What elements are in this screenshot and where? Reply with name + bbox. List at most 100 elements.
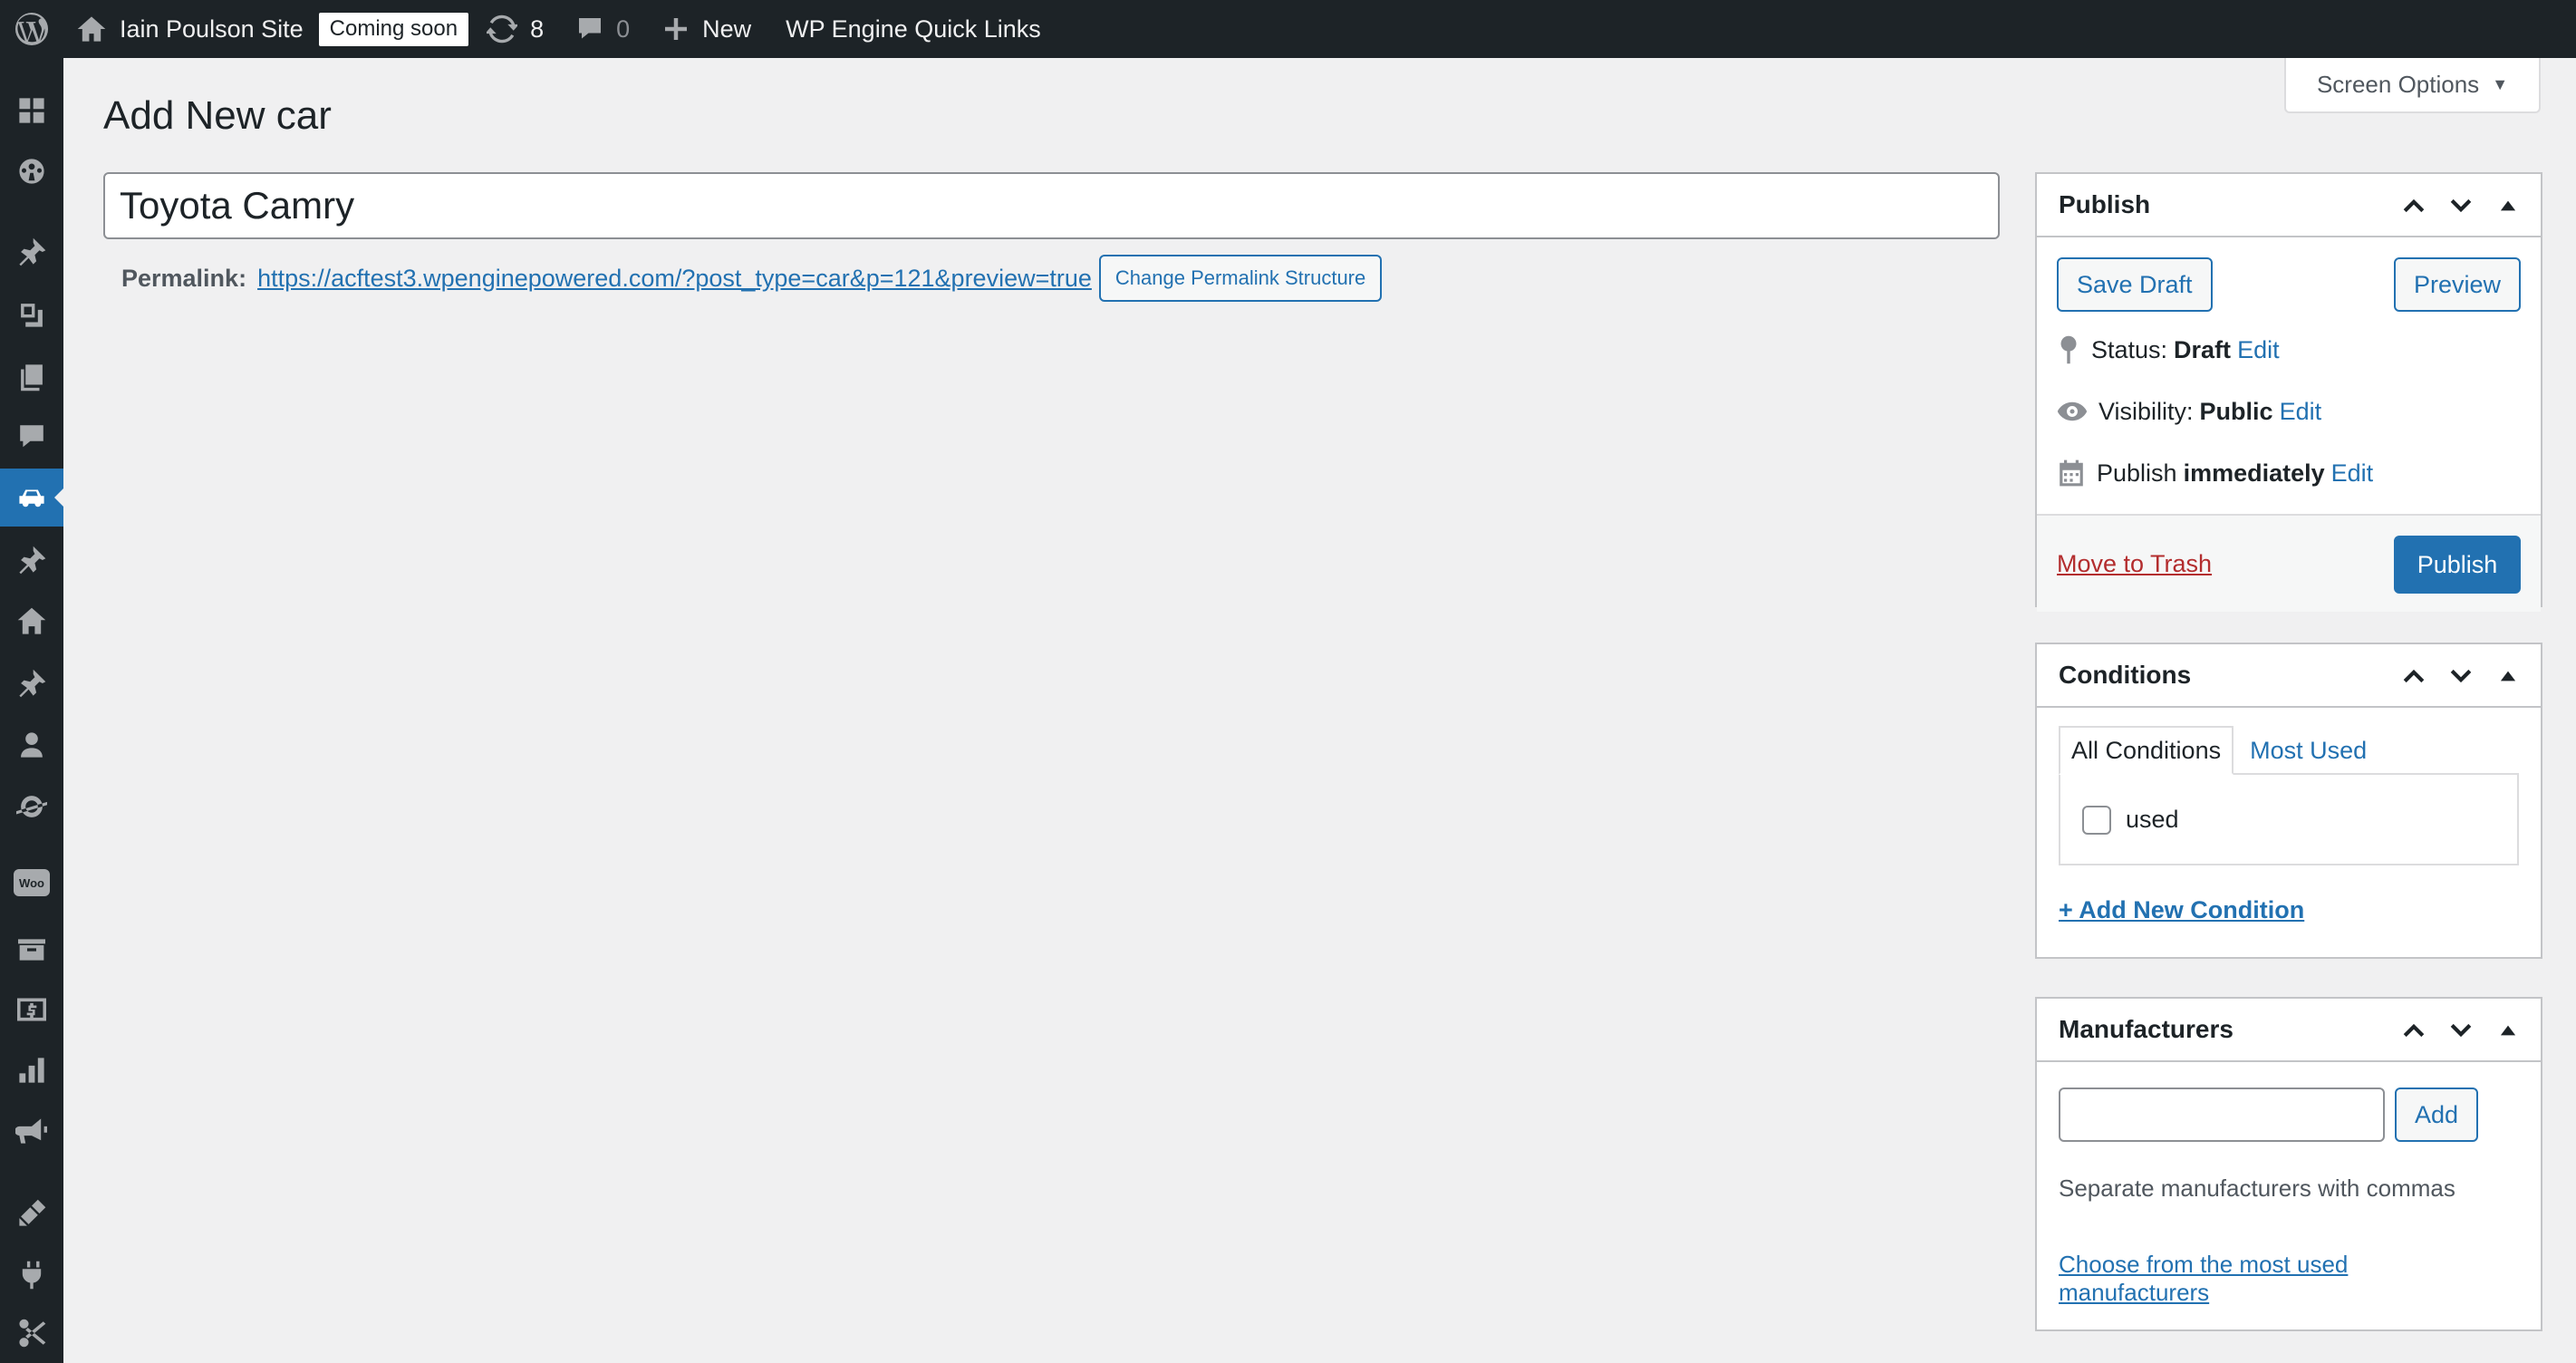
status-value: Draft [2174,335,2232,363]
site-name-menu[interactable]: Iain Poulson Site [76,0,304,58]
publish-box-title: Publish [2059,190,2151,218]
menu-marketing[interactable] [0,1102,63,1160]
visibility-row: Visibility: Public Edit [2057,393,2321,430]
choose-most-used-link[interactable]: Choose from the most used manufacturers [2059,1251,2439,1307]
chevron-up-icon [2403,669,2425,683]
permalink-label: Permalink: [121,264,247,292]
conditions-checklist: used [2059,773,2519,865]
menu-posts[interactable] [0,223,63,281]
change-permalink-structure-button[interactable]: Change Permalink Structure [1098,255,1383,302]
toggle-panel-button[interactable] [2484,182,2532,229]
menu-pages[interactable] [0,348,63,406]
tab-all-conditions[interactable]: All Conditions [2059,726,2234,775]
move-down-button[interactable] [2437,1007,2484,1054]
edit-publish-date-link[interactable]: Edit [2331,459,2374,488]
menu-woocommerce[interactable]: Woo [0,854,63,912]
screen-options-button[interactable]: Screen Options ▼ [2284,58,2541,113]
menu-plugins[interactable] [0,1246,63,1304]
eye-icon [2057,401,2088,421]
menu-appearance[interactable] [0,1184,63,1242]
scissors-icon [19,1319,46,1348]
menu-media[interactable] [0,285,63,343]
triangle-up-icon [2500,200,2516,211]
save-draft-button[interactable]: Save Draft [2057,257,2213,312]
menu-analytics[interactable] [0,1041,63,1099]
menu-settings[interactable] [0,1304,63,1362]
condition-checkbox-used[interactable] [2082,806,2111,835]
publish-box: Publish Save Draft Preview Status: Draft… [2035,172,2542,612]
publish-date-row: Publish immediately Edit [2057,455,2373,491]
calendar-icon [2060,459,2083,487]
menu-archive[interactable] [0,921,63,979]
visibility-value: Public [2199,397,2273,425]
plus-icon [665,18,688,40]
analytics-icon [19,1058,44,1083]
appearance-icon [19,1199,46,1226]
menu-item-pin[interactable] [0,531,63,589]
move-down-button[interactable] [2437,652,2484,700]
menu-users[interactable] [0,716,63,774]
move-up-button[interactable] [2390,1007,2437,1054]
menu-dashboard[interactable] [0,82,63,140]
conditions-tabs: All Conditions Most Used [2059,726,2378,775]
publish-button[interactable]: Publish [2394,536,2521,594]
publish-box-header: Publish [2037,174,2541,237]
menu-wp-engine[interactable] [0,142,63,200]
manufacturers-box: Manufacturers Add Separate manufacturers… [2035,997,2542,1331]
chevron-up-icon [2403,1023,2425,1038]
wordpress-logo-menu[interactable] [0,0,63,58]
add-manufacturer-button[interactable]: Add [2395,1088,2479,1142]
updates-icon [487,14,518,44]
permalink-row: Permalink: https://acftest3.wpenginepowe… [121,254,1383,303]
menu-payments[interactable] [0,981,63,1039]
admin-sidebar: Woo [0,58,63,1363]
coming-soon-label: Coming soon [318,12,469,46]
manufacturers-box-title: Manufacturers [2059,1015,2233,1043]
move-up-button[interactable] [2390,182,2437,229]
preview-button[interactable]: Preview [2393,257,2521,312]
updates-menu[interactable]: 8 [487,0,544,58]
comments-menu[interactable]: 0 [576,0,630,58]
admin-bar: Iain Poulson Site Coming soon 8 0 New WP… [0,0,2576,58]
new-manufacturer-input[interactable] [2059,1088,2385,1142]
tab-most-used[interactable]: Most Used [2233,726,2378,775]
permalink-url-link[interactable]: https://acftest3.wpenginepowered.com/?po… [257,265,1092,293]
media-icon [21,304,43,327]
visibility-label: Visibility: [2098,397,2194,425]
updates-count: 8 [530,14,545,43]
menu-item-home[interactable] [0,593,63,651]
manufacturers-box-header: Manufacturers [2037,999,2541,1062]
site-name: Iain Poulson Site [120,14,304,43]
menu-comments[interactable] [0,408,63,466]
toggle-panel-button[interactable] [2484,652,2532,700]
menu-tools[interactable] [0,778,63,836]
toggle-panel-button[interactable] [2484,1007,2532,1054]
chevron-down-icon [2450,1023,2472,1038]
move-down-button[interactable] [2437,182,2484,229]
move-up-button[interactable] [2390,652,2437,700]
conditions-box: Conditions All Conditions Most Used used… [2035,643,2542,959]
money-icon [17,998,46,1021]
status-row: Status: Draft Edit [2057,332,2280,368]
wp-engine-quick-links[interactable]: WP Engine Quick Links [786,0,1041,58]
publish-value: immediately [2183,459,2325,487]
chevron-up-icon [2403,198,2425,213]
move-to-trash-link[interactable]: Move to Trash [2057,550,2212,578]
menu-item-pin-2[interactable] [0,654,63,712]
add-new-condition-link[interactable]: + Add New Condition [2059,896,2304,924]
home-icon [17,607,46,634]
publish-actions: Move to Trash Publish [2037,514,2541,612]
manufacturers-hint: Separate manufacturers with commas [2059,1174,2455,1202]
edit-status-link[interactable]: Edit [2237,336,2280,364]
menu-cars[interactable] [0,469,63,527]
edit-visibility-link[interactable]: Edit [2280,398,2322,426]
woocommerce-icon: Woo [14,869,50,896]
publish-label: Publish [2097,459,2177,487]
home-icon [77,16,106,42]
page-title: Add New car [103,93,332,138]
pin-icon [19,669,46,698]
coming-soon-badge[interactable]: Coming soon [304,0,469,58]
new-content-menu[interactable]: New [662,0,751,58]
post-title-input[interactable] [103,172,2000,239]
triangle-up-icon [2500,671,2516,682]
